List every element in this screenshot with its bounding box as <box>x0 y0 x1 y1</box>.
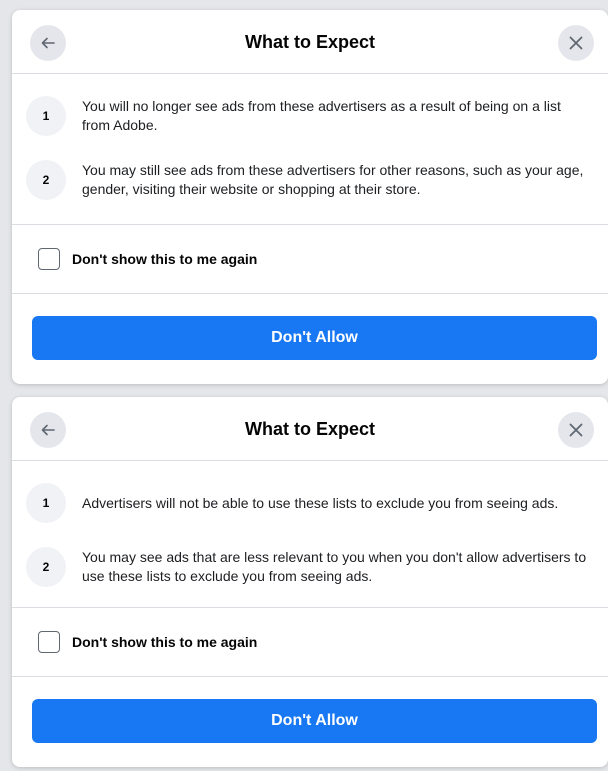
dialog-footer: Don't Allow <box>12 294 608 360</box>
list-item-text: You may still see ads from these adverti… <box>82 162 584 197</box>
list-item-text: You will no longer see ads from these ad… <box>82 98 561 133</box>
what-to-expect-dialog-1: What to Expect 1 You will no longer see … <box>12 10 608 384</box>
what-to-expect-dialog-2: What to Expect 1 Advertisers will not be… <box>12 397 608 767</box>
close-icon <box>569 36 583 50</box>
dont-show-again-row[interactable]: Don't show this to me again <box>12 224 608 294</box>
step-number-badge: 2 <box>26 547 66 587</box>
dont-show-again-label[interactable]: Don't show this to me again <box>72 251 257 267</box>
list-item: 1 Advertisers will not be able to use th… <box>12 471 608 535</box>
step-number-badge: 1 <box>26 483 66 523</box>
dont-allow-button[interactable]: Don't Allow <box>32 316 597 360</box>
dont-show-again-label[interactable]: Don't show this to me again <box>72 634 257 650</box>
dialog-footer: Don't Allow <box>12 677 608 743</box>
expectation-list: 1 Advertisers will not be able to use th… <box>12 461 608 599</box>
dialog-header: What to Expect <box>12 397 608 461</box>
list-item: 2 You may still see ads from these adver… <box>12 148 608 212</box>
step-number-badge: 2 <box>26 160 66 200</box>
dont-show-again-row[interactable]: Don't show this to me again <box>12 607 608 677</box>
list-item: 1 You will no longer see ads from these … <box>12 84 608 148</box>
close-button[interactable] <box>558 412 594 448</box>
dont-show-again-checkbox[interactable] <box>38 248 60 270</box>
list-item-text: You may see ads that are less relevant t… <box>82 549 587 584</box>
dialog-title: What to Expect <box>244 419 375 439</box>
dialog-header: What to Expect <box>12 10 608 74</box>
close-button[interactable] <box>558 25 594 61</box>
close-icon <box>569 423 583 437</box>
dont-show-again-checkbox[interactable] <box>38 631 60 653</box>
dialog-title: What to Expect <box>244 32 375 52</box>
dont-allow-button[interactable]: Don't Allow <box>32 699 597 743</box>
list-item-text: Advertisers will not be able to use thes… <box>82 494 559 511</box>
expectation-list: 1 You will no longer see ads from these … <box>12 74 608 212</box>
list-item: 2 You may see ads that are less relevant… <box>12 535 608 599</box>
step-number-badge: 1 <box>26 96 66 136</box>
